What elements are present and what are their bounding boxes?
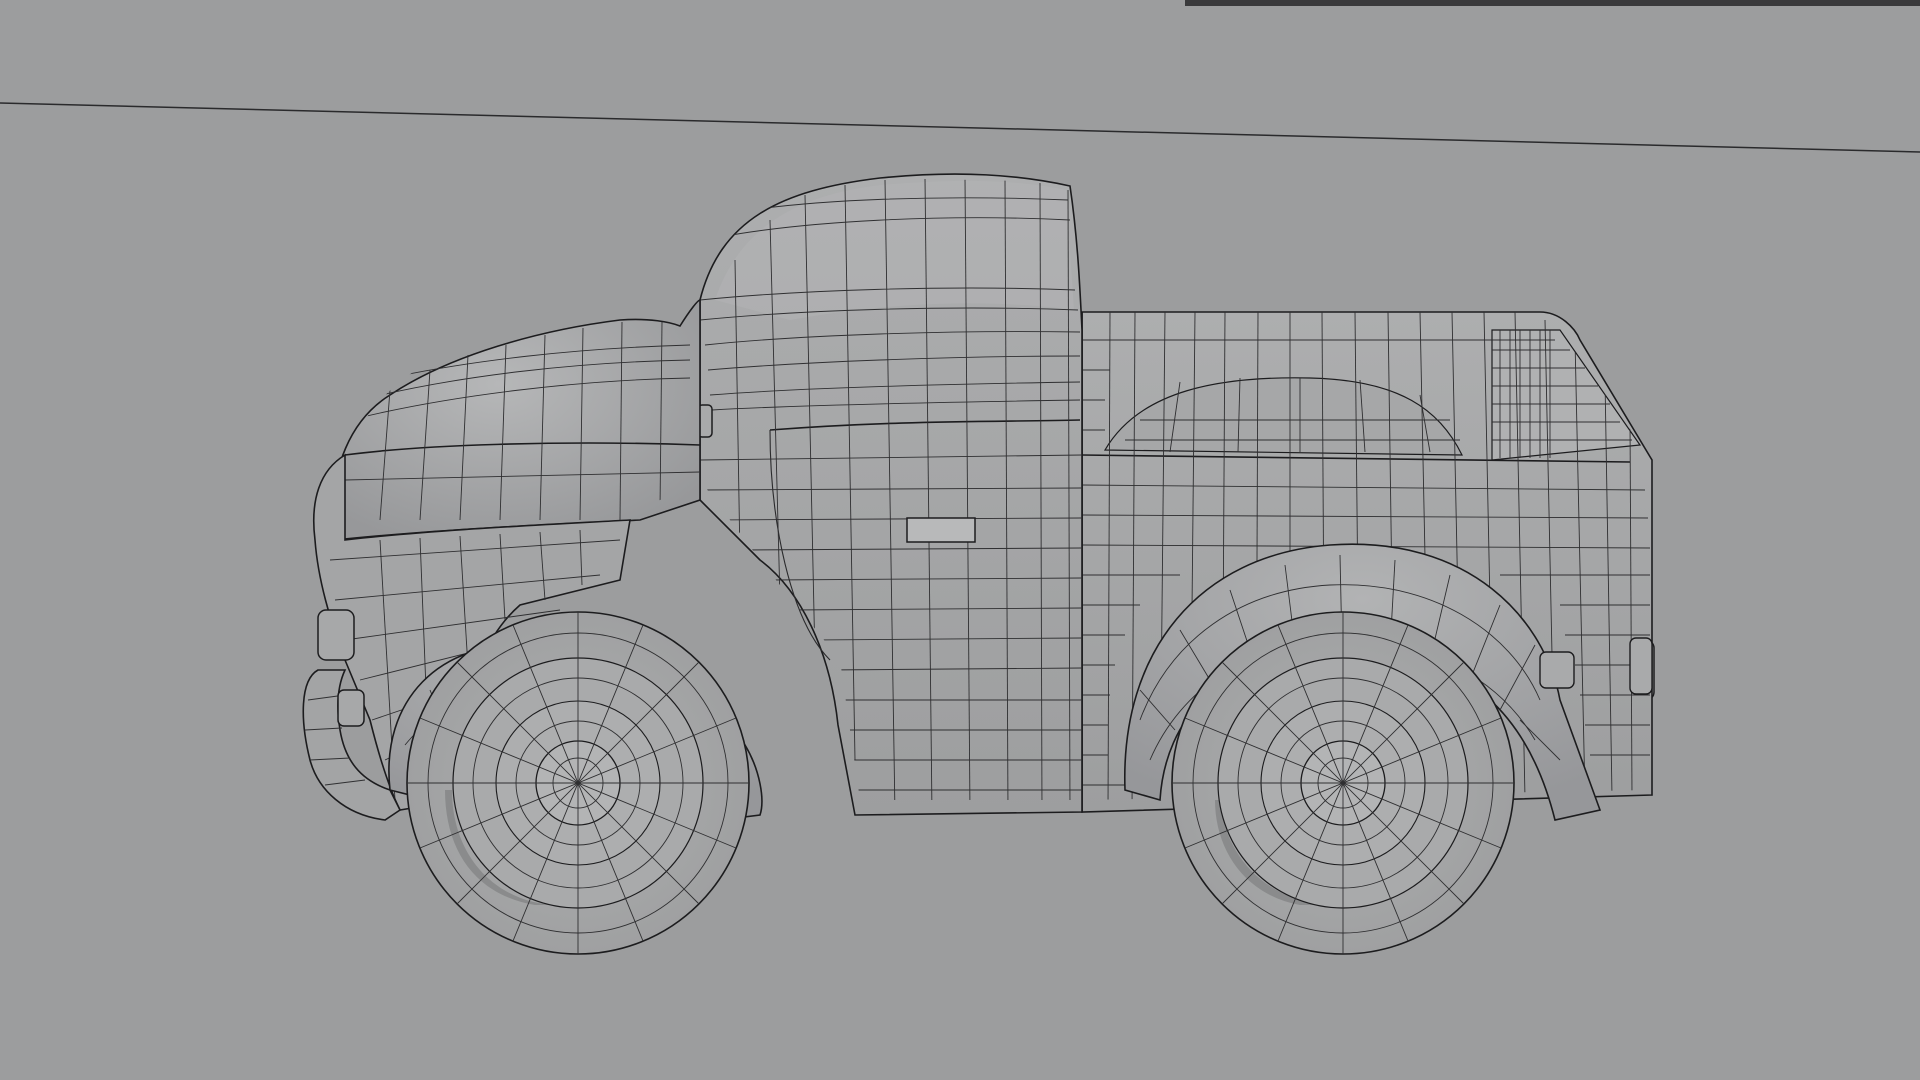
front-wheel bbox=[406, 611, 750, 955]
viewport-frame-edge bbox=[1185, 0, 1920, 6]
rear-wheel bbox=[1171, 611, 1515, 955]
door-handle bbox=[906, 517, 976, 543]
3d-viewport[interactable] bbox=[0, 0, 1920, 1080]
viewport-scene[interactable] bbox=[0, 0, 1920, 1080]
truck-cab bbox=[689, 173, 1083, 816]
truck-mesh[interactable] bbox=[302, 173, 1655, 955]
truck-hood bbox=[333, 299, 701, 541]
horizon-line bbox=[0, 102, 1920, 153]
